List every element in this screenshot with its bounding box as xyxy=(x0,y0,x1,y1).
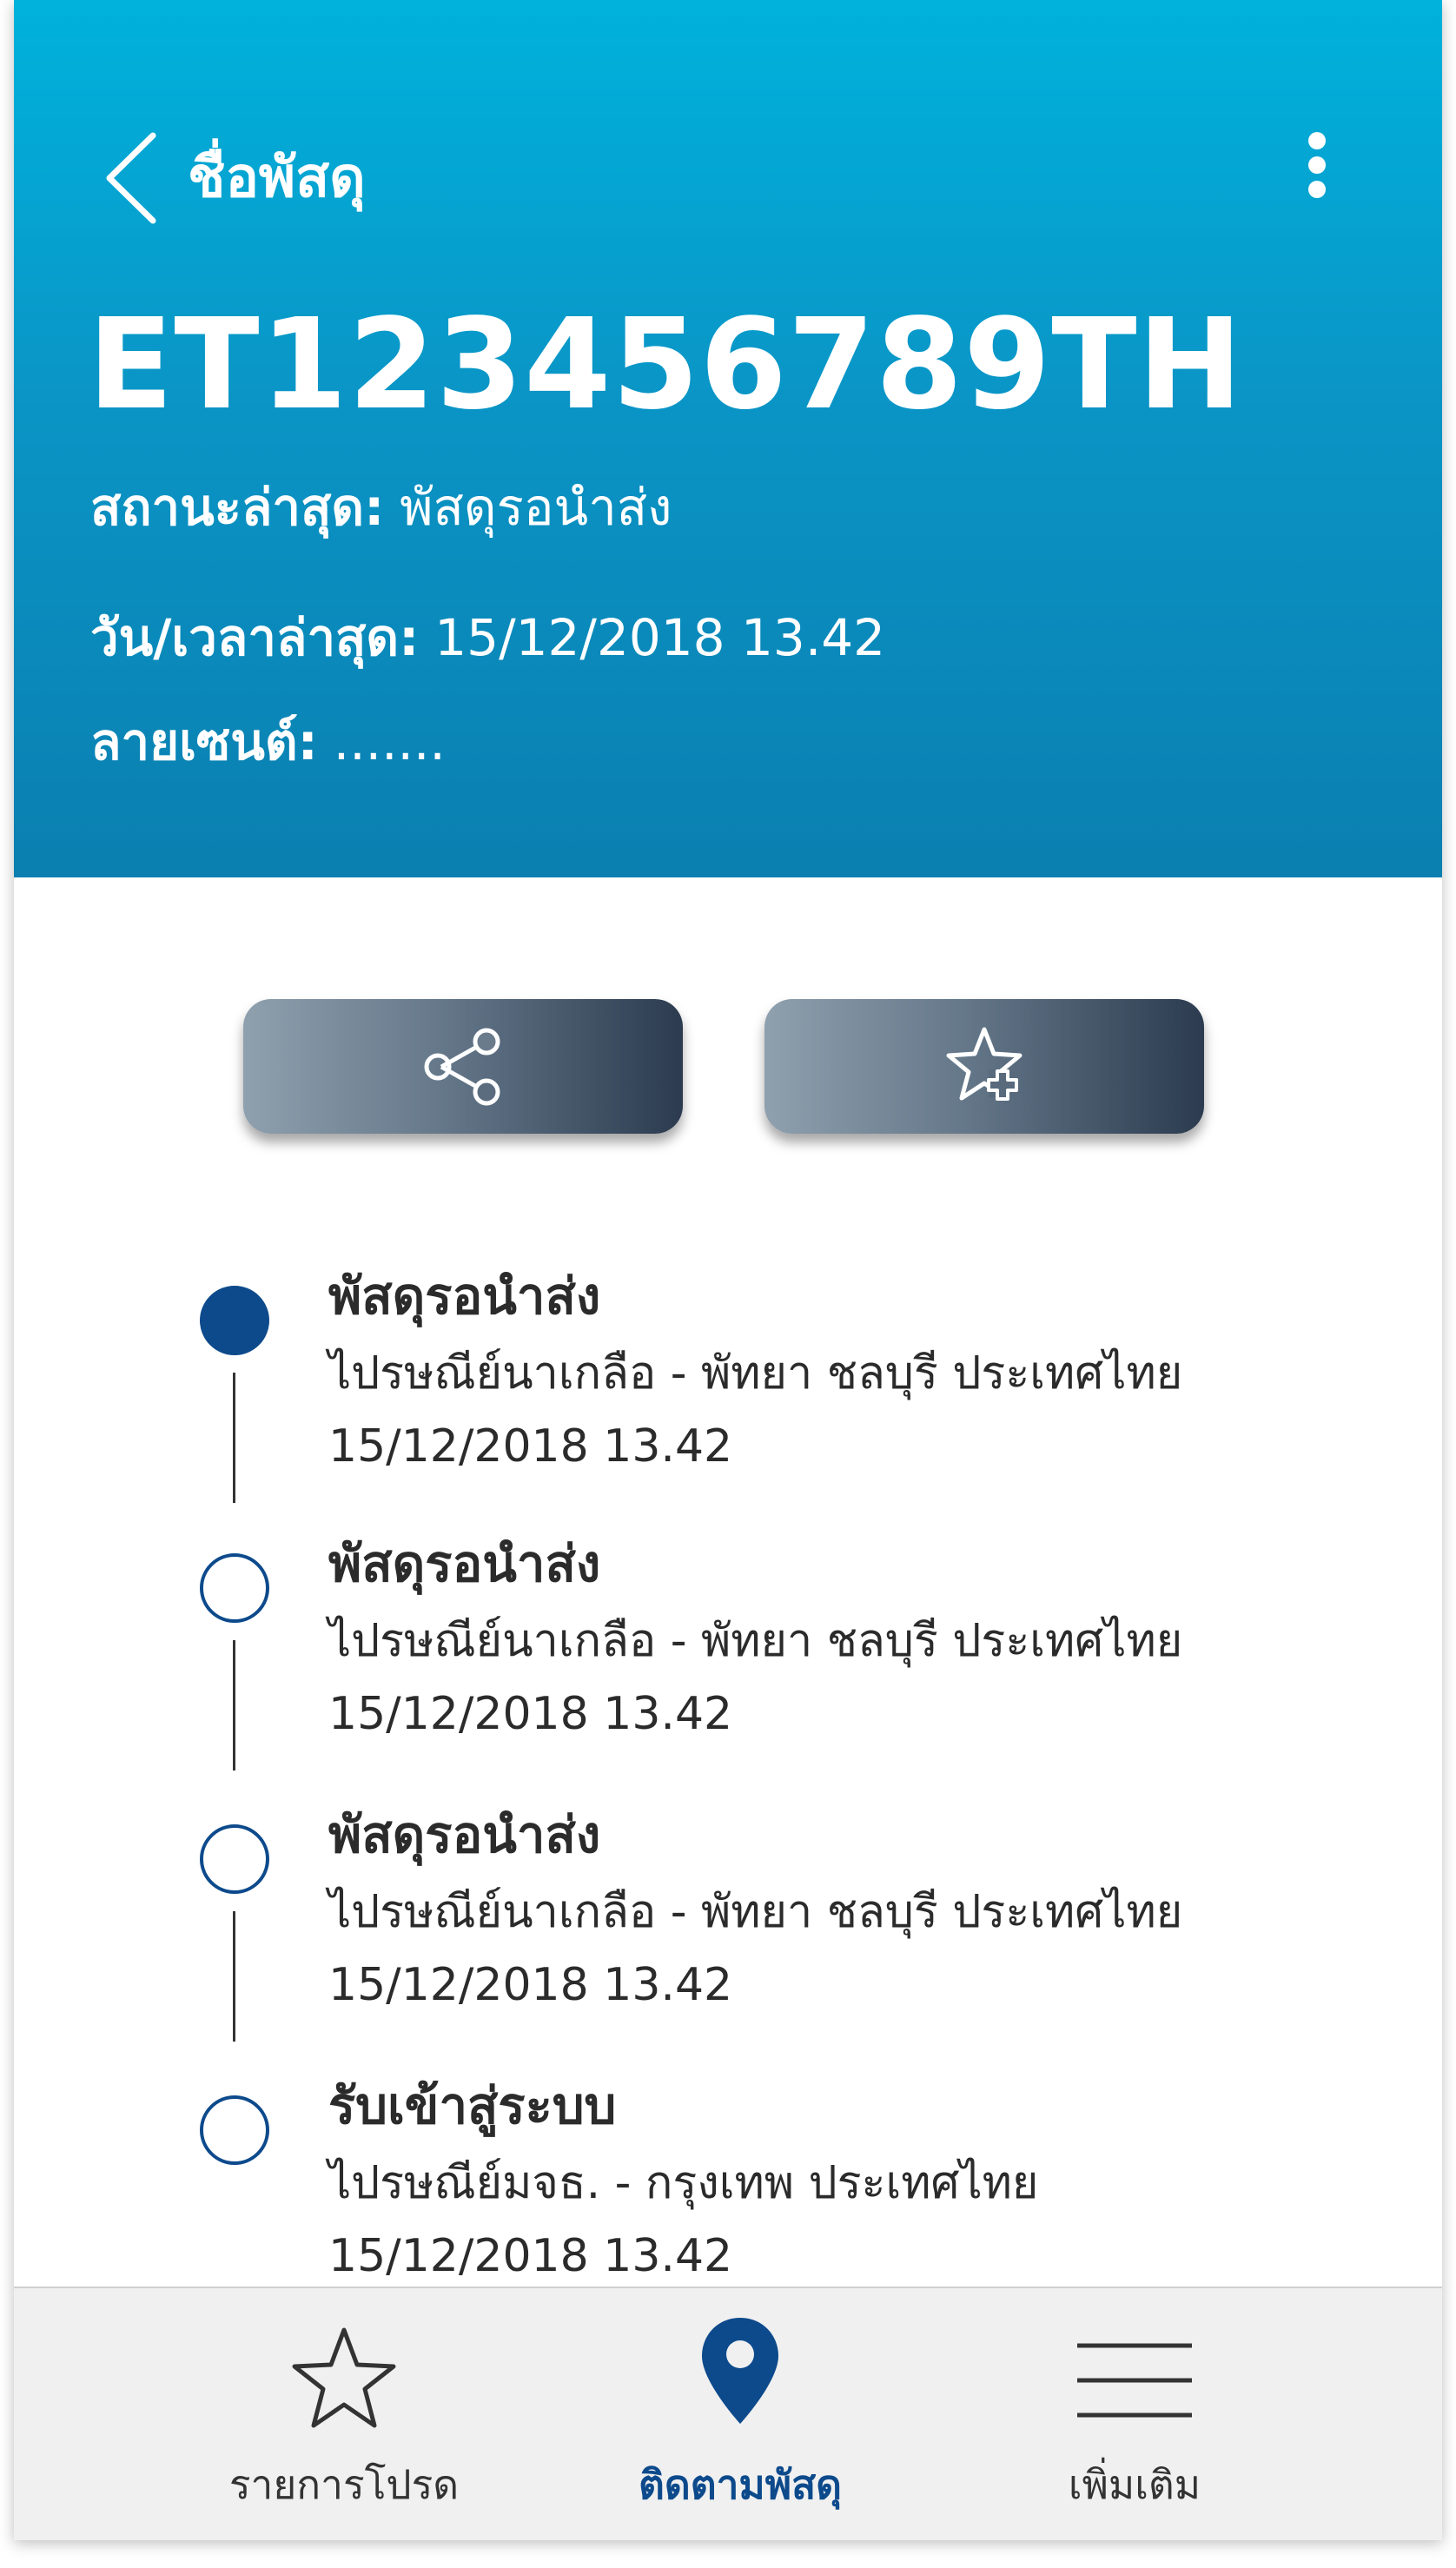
tracking-number: ET123456789TH xyxy=(88,291,1244,437)
back-button[interactable]: ชื่อพัสดุ xyxy=(101,122,366,235)
timeline-dot xyxy=(200,1553,269,1623)
parcel-header: ชื่อพัสดุ ET123456789TH สถานะล่าสุด: พัสด… xyxy=(14,0,1442,877)
nav-favorites-label: รายการโปรด xyxy=(228,2461,460,2508)
add-favorite-button[interactable] xyxy=(764,999,1204,1134)
nav-more-label: เพิ่มเติม xyxy=(1068,2461,1201,2508)
timeline-connector xyxy=(233,1373,235,1503)
more-options-button[interactable] xyxy=(1291,122,1343,208)
timeline-date: 15/12/2018 13.42 xyxy=(328,2230,733,2282)
timeline-item: พัสดุรอนำส่ง ไปรษณีย์นาเกลือ - พัทยา ชลบ… xyxy=(14,1534,1442,1804)
latest-status-value: พัสดุรอนำส่ง xyxy=(400,478,672,537)
signature-value: ....... xyxy=(333,712,446,771)
timeline-date: 15/12/2018 13.42 xyxy=(328,1420,733,1473)
nav-favorites[interactable]: รายการโปรด xyxy=(170,2288,518,2540)
timeline-dot xyxy=(200,2095,269,2165)
latest-status-row: สถานะล่าสุด: พัสดุรอนำส่ง xyxy=(90,478,672,539)
timeline-location: ไปรษณีย์นาเกลือ - พัทยา ชลบุรี ประเทศไทย xyxy=(328,1347,1183,1400)
share-button[interactable] xyxy=(243,999,683,1134)
app-screen: ชื่อพัสดุ ET123456789TH สถานะล่าสุด: พัสด… xyxy=(14,0,1442,2540)
nav-track-parcel-label: ติดตามพัสดุ xyxy=(638,2461,843,2508)
menu-icon xyxy=(1077,2343,1192,2418)
timeline-location: ไปรษณีย์นาเกลือ - พัทยา ชลบุรี ประเทศไทย xyxy=(328,1886,1183,1938)
bottom-navigation: รายการโปรด ติดตามพัสดุ เพิ่มเติม xyxy=(14,2287,1442,2540)
back-label: ชื่อพัสดุ xyxy=(188,146,366,210)
timeline-dot-active xyxy=(200,1286,269,1355)
timeline-dot xyxy=(200,1824,269,1894)
timeline-connector xyxy=(233,1640,235,1770)
location-pin-icon xyxy=(702,2318,778,2424)
timeline-title: พัสดุรอนำส่ง xyxy=(328,1267,601,1326)
more-vertical-icon xyxy=(1308,132,1326,198)
share-icon xyxy=(424,1028,500,1105)
signature-row: ลายเซนต์:....... xyxy=(90,712,446,773)
timeline-item: พัสดุรอนำส่ง ไปรษณีย์นาเกลือ - พัทยา ชลบ… xyxy=(14,1267,1442,1536)
star-icon xyxy=(292,2327,396,2428)
timeline-location: ไปรษณีย์นาเกลือ - พัทยา ชลบุรี ประเทศไทย xyxy=(328,1615,1183,1667)
signature-label: ลายเซนต์: xyxy=(90,712,318,771)
nav-more[interactable]: เพิ่มเติม xyxy=(961,2288,1308,2540)
star-add-icon xyxy=(946,1027,1023,1101)
timeline-location: ไปรษณีย์มจธ. - กรุงเทพ ประเทศไทย xyxy=(328,2157,1039,2209)
chevron-left-icon xyxy=(106,132,156,224)
timeline-date: 15/12/2018 13.42 xyxy=(328,1688,733,1740)
latest-time-row: วัน/เวลาล่าสุด: 15/12/2018 13.42 xyxy=(90,608,885,669)
nav-track-parcel[interactable]: ติดตามพัสดุ xyxy=(566,2288,914,2540)
latest-time-label: วัน/เวลาล่าสุด: xyxy=(90,608,420,667)
timeline-title: พัสดุรอนำส่ง xyxy=(328,1534,601,1593)
latest-status-label: สถานะล่าสุด: xyxy=(90,478,385,537)
latest-time-value: 15/12/2018 13.42 xyxy=(434,608,886,667)
timeline-title: รับเข้าสู่ระบบ xyxy=(328,2076,617,2135)
timeline-item: พัสดุรอนำส่ง ไปรษณีย์นาเกลือ - พัทยา ชลบ… xyxy=(14,1805,1442,2075)
timeline-date: 15/12/2018 13.42 xyxy=(328,1959,733,2011)
timeline-connector xyxy=(233,1911,235,2042)
timeline-title: พัสดุรอนำส่ง xyxy=(328,1805,601,1864)
